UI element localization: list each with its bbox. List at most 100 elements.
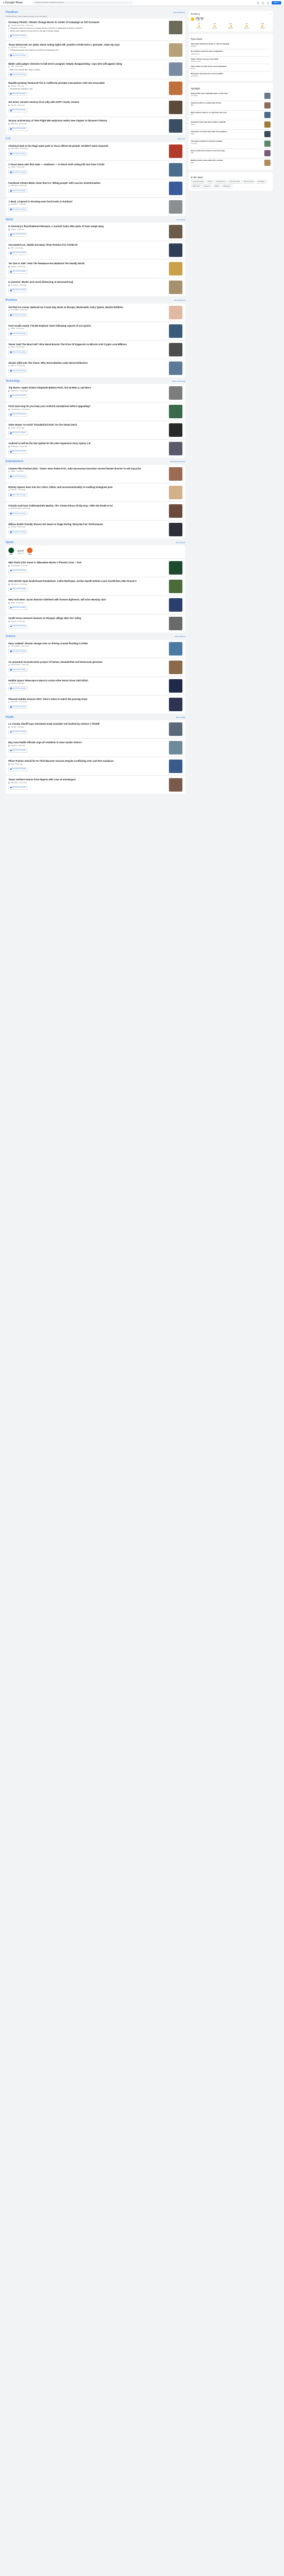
story-source[interactable]: USA TODAY [11,309,19,311]
section-more-link[interactable]: More Health [176,716,185,719]
related-headline[interactable]: 5 Texas Democrats test positive for COVI… [10,49,167,52]
story-source[interactable]: Variety [11,471,15,472]
topic-chip[interactable]: Tamarack Fire [214,180,227,184]
related-story[interactable]: Tamarack fire explodes in size [8,88,167,91]
full-coverage-button[interactable]: View Full Coverage [8,207,28,212]
full-coverage-button[interactable]: View Full Coverage [8,189,28,193]
story-thumbnail[interactable] [169,243,182,257]
story-headline[interactable]: Cannes Film Festival 2021: 'Titane' wins… [8,467,167,470]
story-thumbnail[interactable] [169,281,182,295]
section-title[interactable]: Science [6,635,16,639]
spotlight-item[interactable]: Scientists track heat wave patterns glob… [191,120,271,130]
story-headline[interactable]: Texas Democrats are 'gimp' about voting … [8,43,167,46]
story-headline[interactable]: 2021 British Open leaderboard breakdown:… [8,580,167,582]
spotlight-item[interactable]: Inside the effort to rebuild after flood… [191,101,271,111]
story-thumbnail[interactable] [169,305,182,319]
story-thumbnail[interactable] [169,342,182,356]
spotlight-item[interactable]: The quiet revolution in electric truckin… [191,139,271,149]
topic-chip[interactable]: Texas Democrats [191,180,206,184]
settings-icon[interactable] [261,1,264,4]
full-coverage-button[interactable]: View Full Coverage [8,369,28,373]
section-more-link[interactable]: More Sports [176,541,185,544]
fact-check-item[interactable]: Old photo misrepresents current wildfire… [191,72,271,79]
section-title[interactable]: World [6,218,13,222]
section-more-link[interactable]: More World [177,219,185,222]
fact-check-item[interactable]: False claims on heat dome record debunke… [191,64,271,72]
story-headline[interactable]: Stocks Slide Into The Close: Why Stock M… [8,361,167,364]
story-headline[interactable]: 'No One Is Safe': How The Heatwave Has B… [8,262,167,265]
story-source[interactable]: CNN [11,66,14,67]
topic-chip[interactable]: Germany floods [228,180,242,184]
related-story[interactable]: Merkel vows support for flood victims in… [8,30,167,33]
story-thumbnail[interactable] [169,580,182,594]
spotlight-item[interactable]: The future of remote work after the pand… [191,130,271,139]
story-thumbnail[interactable] [169,21,182,35]
story-thumbnail[interactable] [169,617,182,631]
section-title[interactable]: Business [6,299,17,302]
google-news-logo[interactable]: ● Google News [3,1,23,5]
story-source[interactable]: Fox News [11,47,17,48]
full-coverage-button[interactable]: View Full Coverage [8,152,28,156]
story-source[interactable]: Barron's [11,365,16,367]
story-source[interactable]: Reuters [11,229,16,231]
full-coverage-button[interactable]: View Full Coverage [8,474,28,479]
section-more-link[interactable]: More Business [174,300,185,302]
full-coverage-button[interactable]: View Full Coverage [8,431,28,435]
related-headline[interactable]: Tamarack fire explodes in size [10,88,167,91]
full-coverage-button[interactable]: View Full Coverage [8,313,28,318]
story-source[interactable]: The Hill [11,105,16,106]
story-headline[interactable]: 'Never Said The Word Sell': Elon Musk Bo… [8,343,167,346]
story-thumbnail[interactable] [169,778,182,792]
story-thumbnail[interactable] [169,82,182,96]
full-coverage-button[interactable]: View Full Coverage [8,126,28,131]
story-thumbnail[interactable] [169,162,182,177]
topic-chip[interactable]: Britney Spears [242,180,256,184]
related-story[interactable]: Biden vows appeal after ruling on DACA [8,69,167,71]
story-source[interactable]: Android Police [11,409,20,410]
full-coverage-button[interactable]: View Full Coverage [8,530,28,535]
story-headline[interactable]: Valve Hopes To Avoid 'Thunderbird 2019' … [8,423,167,426]
section-title[interactable]: Health [6,716,13,720]
story-headline[interactable]: Willow Smith Friendly Shaves Her Head on… [8,523,167,526]
story-thumbnail[interactable] [169,679,182,693]
story-source[interactable]: Reuters [11,621,16,622]
topic-chip[interactable]: Hubble [212,184,221,188]
weather-card[interactable]: Rensburg › 75°F Sat 78° 61° Sun 82° 63° Mon 84… [189,11,273,32]
story-source[interactable]: Space.com [11,701,18,703]
story-source[interactable]: The Guardian [11,565,20,567]
spotlight-item[interactable]: Baking trends rising online this summer E… [191,159,271,168]
story-thumbnail[interactable] [169,697,182,711]
search-input[interactable]: ⌕ Search for topics, locations & sources [31,1,133,5]
story-thumbnail[interactable] [169,405,182,419]
story-headline[interactable]: Android 12 will be the last update for t… [8,442,167,445]
spotlight-item[interactable]: High-profile cases highlight gaps in sta… [191,92,271,101]
story-source[interactable]: CNBC [11,328,15,329]
story-source[interactable]: Kotaku [11,427,15,429]
fact-check-item[interactable]: No evidence vaccines cause magnetism Fact… [191,49,271,57]
story-headline[interactable]: New York Mets' Jacob deGrom sidelined wi… [8,598,167,601]
full-coverage-button[interactable]: View Full Coverage [8,730,28,734]
section-title[interactable]: Technology [6,379,20,383]
story-thumbnail[interactable] [169,467,182,481]
story-thumbnail[interactable] [169,522,182,536]
full-coverage-button[interactable]: View Full Coverage [8,649,28,653]
story-source[interactable]: CBS Sports [11,584,19,585]
story-source[interactable]: The Hill [11,726,16,728]
full-coverage-button[interactable]: View Full Coverage [8,53,28,57]
story-headline[interactable]: Facebook refutes Biden claim that it is … [8,182,167,184]
story-source[interactable]: USA TODAY [11,148,19,150]
section-more-link[interactable]: More Headlines [173,11,185,14]
full-coverage-button[interactable]: View Full Coverage [8,705,28,709]
story-thumbnail[interactable] [169,442,182,456]
score-card[interactable]: MIL Jul 17 Game 6 PHX [6,545,185,559]
story-source[interactable]: E! News [11,526,16,528]
story-thumbnail[interactable] [169,598,182,612]
story-thumbnail[interactable] [169,641,182,656]
topic-chip[interactable]: NBA Finals [191,184,201,188]
story-headline[interactable]: Bay Area health officials urge all resid… [8,741,167,744]
story-headline[interactable]: Planned Hubble mission 2027: Here's when… [8,698,167,701]
section-title[interactable]: Sports [6,541,13,545]
full-coverage-button[interactable]: View Full Coverage [8,605,28,610]
full-coverage-button[interactable]: View Full Coverage [8,251,28,255]
full-coverage-button[interactable]: View Full Coverage [8,767,28,771]
